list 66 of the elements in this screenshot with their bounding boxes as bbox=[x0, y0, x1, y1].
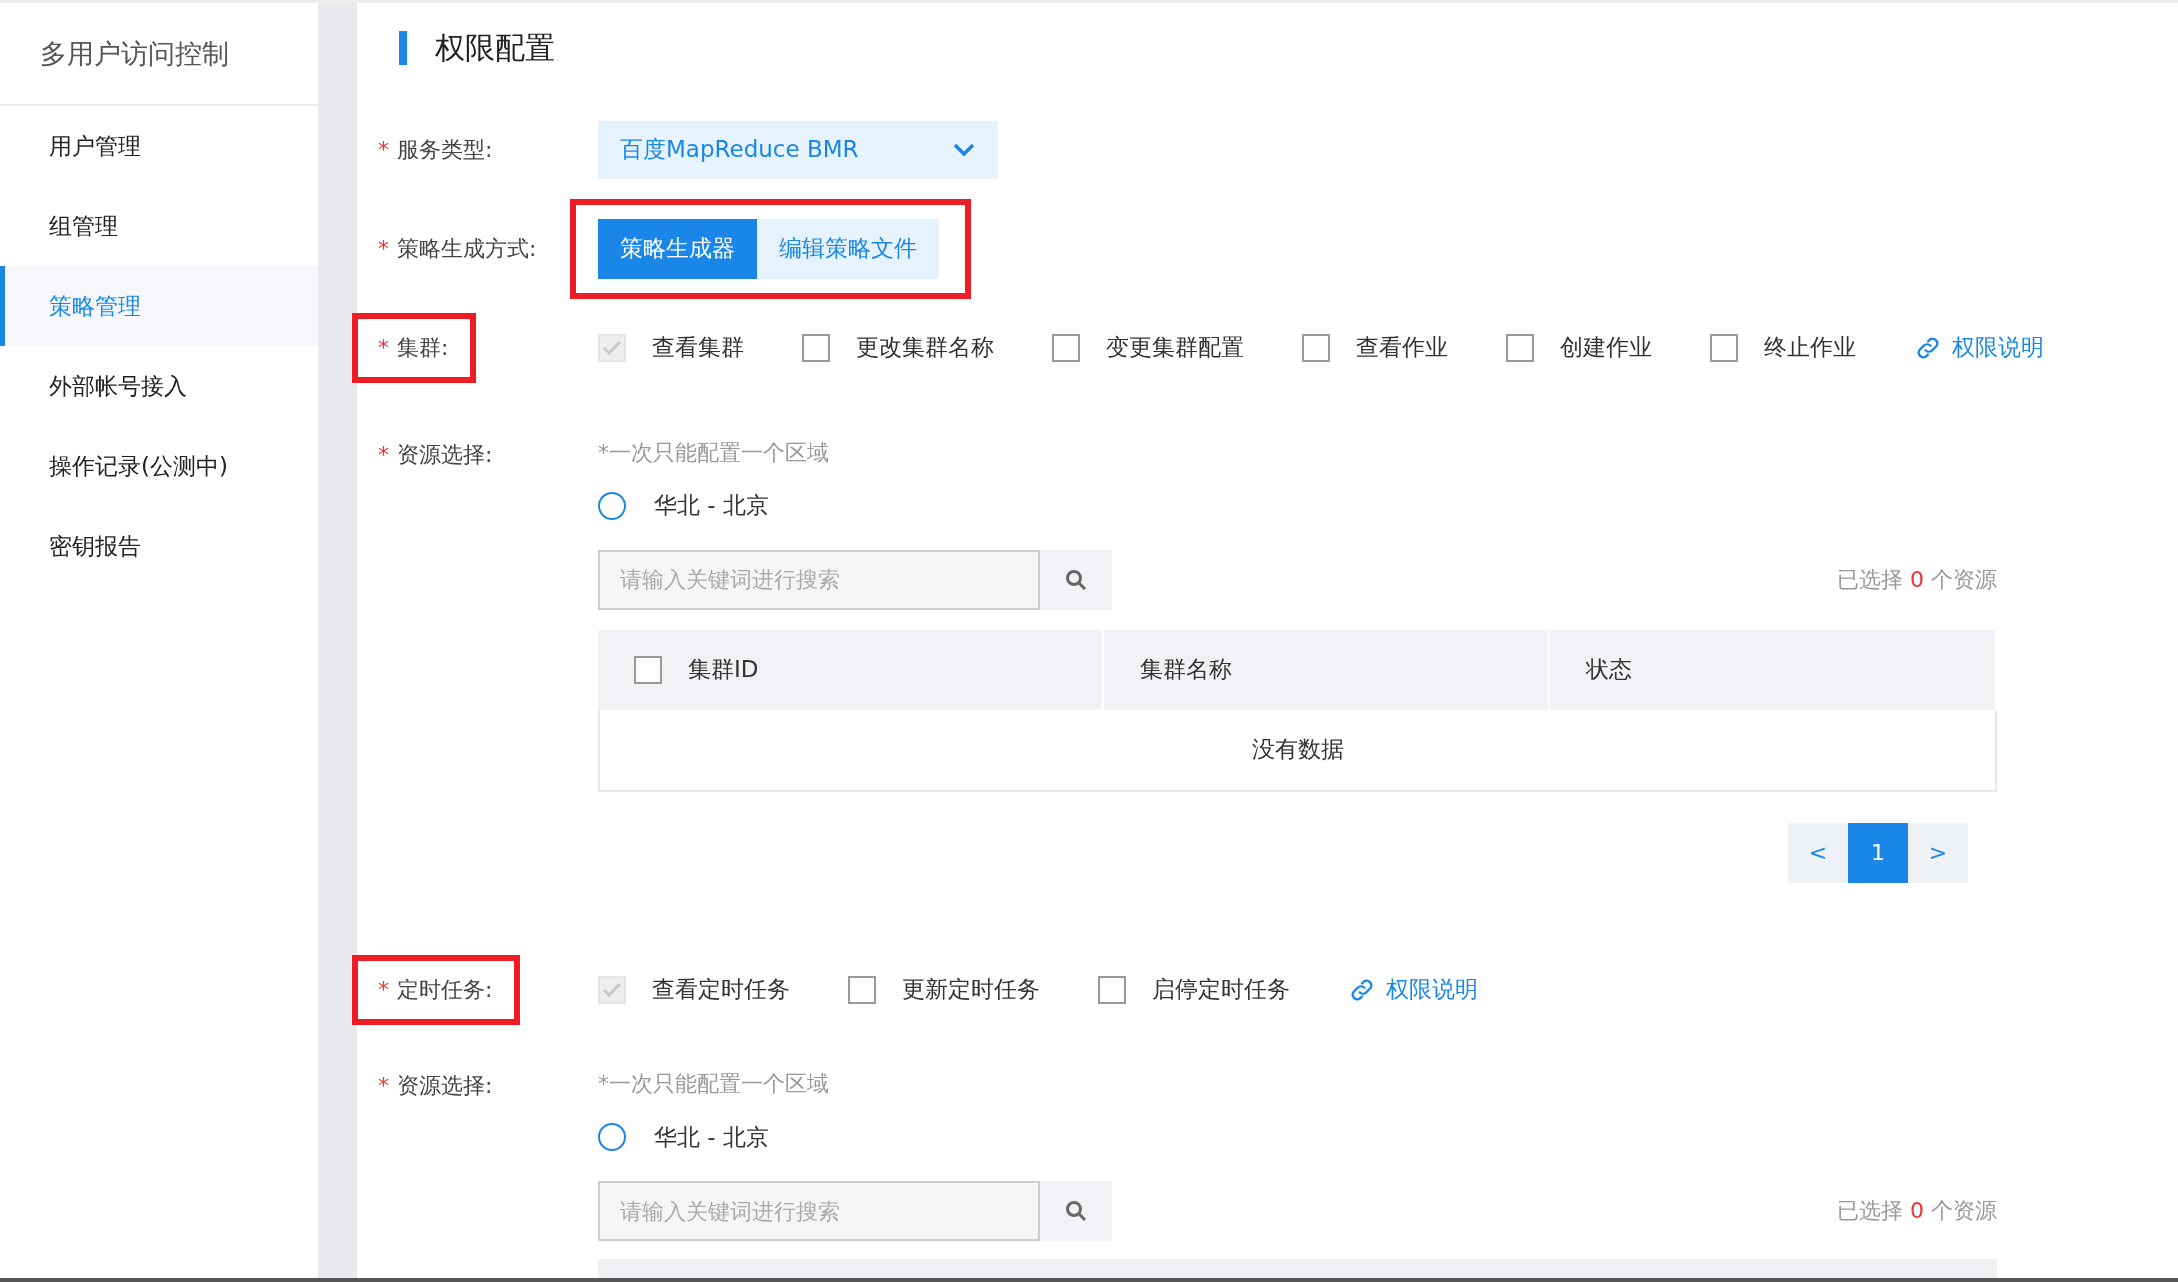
required-mark: * bbox=[378, 334, 389, 360]
required-mark: * bbox=[378, 441, 389, 467]
search-button[interactable] bbox=[1040, 549, 1112, 610]
checkbox[interactable] bbox=[1302, 333, 1330, 362]
permission-help-link[interactable]: 权限说明 bbox=[1914, 332, 2044, 364]
sidebar-item[interactable]: 操作记录(公测中) bbox=[0, 426, 318, 506]
column-header: 集群ID bbox=[688, 655, 759, 685]
sidebar-item[interactable]: 组管理 bbox=[0, 186, 318, 266]
page-button[interactable]: 1 bbox=[1848, 822, 1908, 883]
field-label: 资源选择: bbox=[397, 441, 493, 467]
required-mark: * bbox=[378, 976, 389, 1002]
checkbox[interactable] bbox=[1506, 333, 1534, 362]
column-header: 集群名称 bbox=[1140, 655, 1232, 685]
hint-text: *一次只能配置一个区域 bbox=[598, 1070, 830, 1099]
field-label: 策略生成方式: bbox=[397, 235, 537, 261]
field-label: 集群: bbox=[397, 334, 449, 360]
checkbox[interactable] bbox=[634, 655, 662, 684]
checkmark-icon bbox=[602, 981, 622, 998]
checkbox[interactable] bbox=[848, 975, 876, 1004]
column-header: 状态 bbox=[1586, 655, 1632, 685]
checkmark-icon bbox=[602, 339, 622, 356]
next-page-button[interactable]: > bbox=[1908, 822, 1968, 883]
empty-message: 没有数据 bbox=[1251, 735, 1344, 765]
mode-tab[interactable]: 策略生成器 bbox=[598, 218, 757, 279]
chevron-down-icon bbox=[952, 141, 976, 158]
permission-label: 更改集群名称 bbox=[856, 333, 994, 363]
field-label: 资源选择: bbox=[397, 1073, 493, 1099]
hint-text: *一次只能配置一个区域 bbox=[598, 438, 830, 467]
required-mark: * bbox=[378, 1073, 389, 1099]
title-accent-bar bbox=[399, 31, 407, 66]
permission-help-link[interactable]: 权限说明 bbox=[1348, 974, 1478, 1006]
permission-label: 启停定时任务 bbox=[1152, 975, 1290, 1005]
radio-button[interactable] bbox=[598, 1123, 626, 1152]
search-icon bbox=[1064, 567, 1088, 592]
search-button[interactable] bbox=[1040, 1181, 1112, 1242]
required-mark: * bbox=[378, 136, 389, 162]
required-mark: * bbox=[378, 235, 389, 261]
permission-label: 终止作业 bbox=[1764, 333, 1856, 363]
radio-button[interactable] bbox=[598, 491, 626, 520]
permission-label: 变更集群配置 bbox=[1106, 333, 1244, 363]
radio-label: 华北 - 北京 bbox=[654, 1122, 769, 1152]
search-field[interactable]: 请输入关键词进行搜索 bbox=[598, 1181, 1040, 1242]
mode-tab[interactable]: 编辑策略文件 bbox=[757, 218, 939, 279]
permission-label: 查看定时任务 bbox=[652, 975, 790, 1005]
permission-label: 查看集群 bbox=[652, 333, 744, 363]
previous-page-button[interactable]: < bbox=[1788, 822, 1848, 883]
search-icon bbox=[1064, 1199, 1088, 1224]
sidebar-item[interactable]: 策略管理 bbox=[0, 266, 318, 346]
checkbox[interactable] bbox=[1098, 975, 1126, 1004]
permission-label: 更新定时任务 bbox=[902, 975, 1040, 1005]
field-label: 定时任务: bbox=[397, 976, 493, 1002]
sidebar-item[interactable]: 外部帐号接入 bbox=[0, 346, 318, 426]
sidebar-item[interactable]: 用户管理 bbox=[0, 106, 318, 186]
checkbox[interactable] bbox=[1710, 333, 1738, 362]
selection-count: 已选择 0 个资源 bbox=[1837, 565, 1997, 594]
permission-label: 查看作业 bbox=[1356, 333, 1448, 363]
selection-count: 已选择 0 个资源 bbox=[1837, 1197, 1997, 1226]
page-title: 权限配置 bbox=[435, 28, 555, 67]
checkbox[interactable] bbox=[1052, 333, 1080, 362]
service-type-dropdown[interactable]: 百度MapReduce BMR bbox=[598, 120, 998, 179]
checkbox[interactable] bbox=[802, 333, 830, 362]
radio-label: 华北 - 北京 bbox=[654, 491, 769, 521]
sidebar-item[interactable]: 密钥报告 bbox=[0, 506, 318, 586]
field-label: 服务类型: bbox=[397, 136, 493, 162]
search-field[interactable]: 请输入关键词进行搜索 bbox=[598, 549, 1040, 610]
permission-label: 创建作业 bbox=[1560, 333, 1652, 363]
